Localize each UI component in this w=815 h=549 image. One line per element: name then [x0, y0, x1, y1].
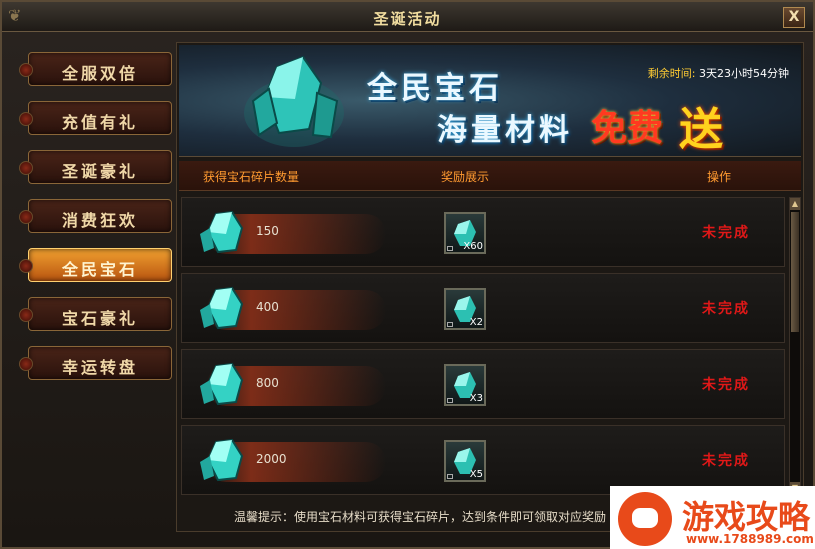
gem-fragment-icon	[200, 210, 244, 254]
scrollbar[interactable]: ▲ ▼	[789, 197, 801, 495]
sidebar-item-label: 全民宝石	[61, 260, 138, 279]
reward-item-slot[interactable]: X5	[444, 440, 486, 482]
sidebar: 全服双倍 充值有礼 圣诞豪礼 消费狂欢 全民宝石 宝石豪礼 幸运转盘	[16, 42, 176, 522]
reward-item-slot[interactable]: X2	[444, 288, 486, 330]
sidebar-item-recharge-gift[interactable]: 充值有礼	[19, 101, 172, 135]
sidebar-item-spending-carnival[interactable]: 消费狂欢	[19, 199, 172, 233]
sidebar-item-label: 圣诞豪礼	[61, 162, 138, 181]
bound-icon	[447, 246, 453, 251]
title-bar: ❦ 圣诞活动 X	[2, 2, 813, 32]
fragment-count: 150	[256, 224, 279, 238]
reward-item-slot[interactable]: X3	[444, 364, 486, 406]
status-incomplete: 未完成	[702, 377, 750, 393]
gem-fragment-icon	[200, 362, 244, 406]
reward-quantity: X60	[463, 241, 483, 252]
reward-quantity: X2	[469, 317, 483, 328]
reward-list: 150 X60 未完成 400 X2 未完成 800 X3 未完成 2000 X…	[179, 193, 787, 495]
sidebar-item-lucky-wheel[interactable]: 幸运转盘	[19, 346, 172, 380]
status-incomplete: 未完成	[702, 453, 750, 469]
banner-free-text: 免费	[591, 107, 664, 149]
event-banner: 全民宝石 海量材料 免费 送 剩余时间: 3天23小时54分钟	[179, 45, 801, 157]
window-title: 圣诞活动	[373, 10, 442, 28]
sidebar-item-double-exp[interactable]: 全服双倍	[19, 52, 172, 86]
sidebar-item-label: 幸运转盘	[61, 358, 138, 377]
scroll-thumb[interactable]	[791, 212, 799, 332]
gem-fragment-icon	[200, 286, 244, 330]
fragment-count: 400	[256, 300, 279, 314]
scroll-up-icon[interactable]: ▲	[790, 198, 800, 210]
timer-value: 3天23小时54分钟	[699, 67, 789, 80]
sidebar-item-label: 消费狂欢	[61, 211, 138, 230]
gem-fragment-icon	[200, 438, 244, 482]
countdown-timer: 剩余时间: 3天23小时54分钟	[648, 65, 789, 81]
fragment-count: 2000	[256, 452, 287, 466]
sidebar-item-christmas-gift[interactable]: 圣诞豪礼	[19, 150, 172, 184]
header-reward: 奖励展示	[441, 170, 490, 184]
table-row: 150 X60 未完成	[181, 197, 785, 267]
event-window: ❦ 圣诞活动 X 全服双倍 充值有礼 圣诞豪礼 消费狂欢 全民宝石 宝石豪礼 幸…	[0, 0, 815, 549]
table-header: 获得宝石碎片数量 奖励展示 操作	[179, 161, 801, 191]
status-incomplete: 未完成	[702, 301, 750, 317]
table-row: 2000 X5 未完成	[181, 425, 785, 495]
header-count: 获得宝石碎片数量	[203, 170, 300, 184]
bound-icon	[447, 322, 453, 327]
status-incomplete: 未完成	[702, 225, 750, 241]
table-row: 800 X3 未完成	[181, 349, 785, 419]
reward-quantity: X3	[469, 393, 483, 404]
reward-item-slot[interactable]: X60	[444, 212, 486, 254]
watermark-url: www.1788989.com	[686, 532, 814, 546]
hint-text: 温馨提示：使用宝石材料可获得宝石碎片，达到条件即可领取对应奖励	[234, 510, 607, 524]
watermark: 游戏攻略 www.1788989.com	[610, 486, 815, 549]
banner-subheadline: 海量材料	[437, 113, 573, 148]
main-panel: 全民宝石 海量材料 免费 送 剩余时间: 3天23小时54分钟 获得宝石碎片数量…	[176, 42, 804, 532]
sidebar-item-gem-gift[interactable]: 宝石豪礼	[19, 297, 172, 331]
sidebar-item-label: 充值有礼	[61, 113, 138, 132]
sidebar-item-label: 宝石豪礼	[61, 309, 138, 328]
banner-send-text: 送	[679, 104, 723, 155]
banner-headline: 全民宝石	[367, 71, 503, 106]
gem-cluster-icon	[244, 55, 344, 147]
reward-quantity: X5	[469, 469, 483, 480]
table-row: 400 X2 未完成	[181, 273, 785, 343]
sidebar-item-gem-event[interactable]: 全民宝石	[19, 248, 172, 282]
timer-label: 剩余时间:	[647, 67, 696, 80]
bound-icon	[447, 474, 453, 479]
header-action: 操作	[707, 170, 732, 184]
gamepad-logo-icon	[618, 492, 672, 546]
sidebar-item-label: 全服双倍	[61, 64, 138, 83]
fragment-count: 800	[256, 376, 279, 390]
bound-icon	[447, 398, 453, 403]
close-button[interactable]: X	[783, 7, 805, 28]
